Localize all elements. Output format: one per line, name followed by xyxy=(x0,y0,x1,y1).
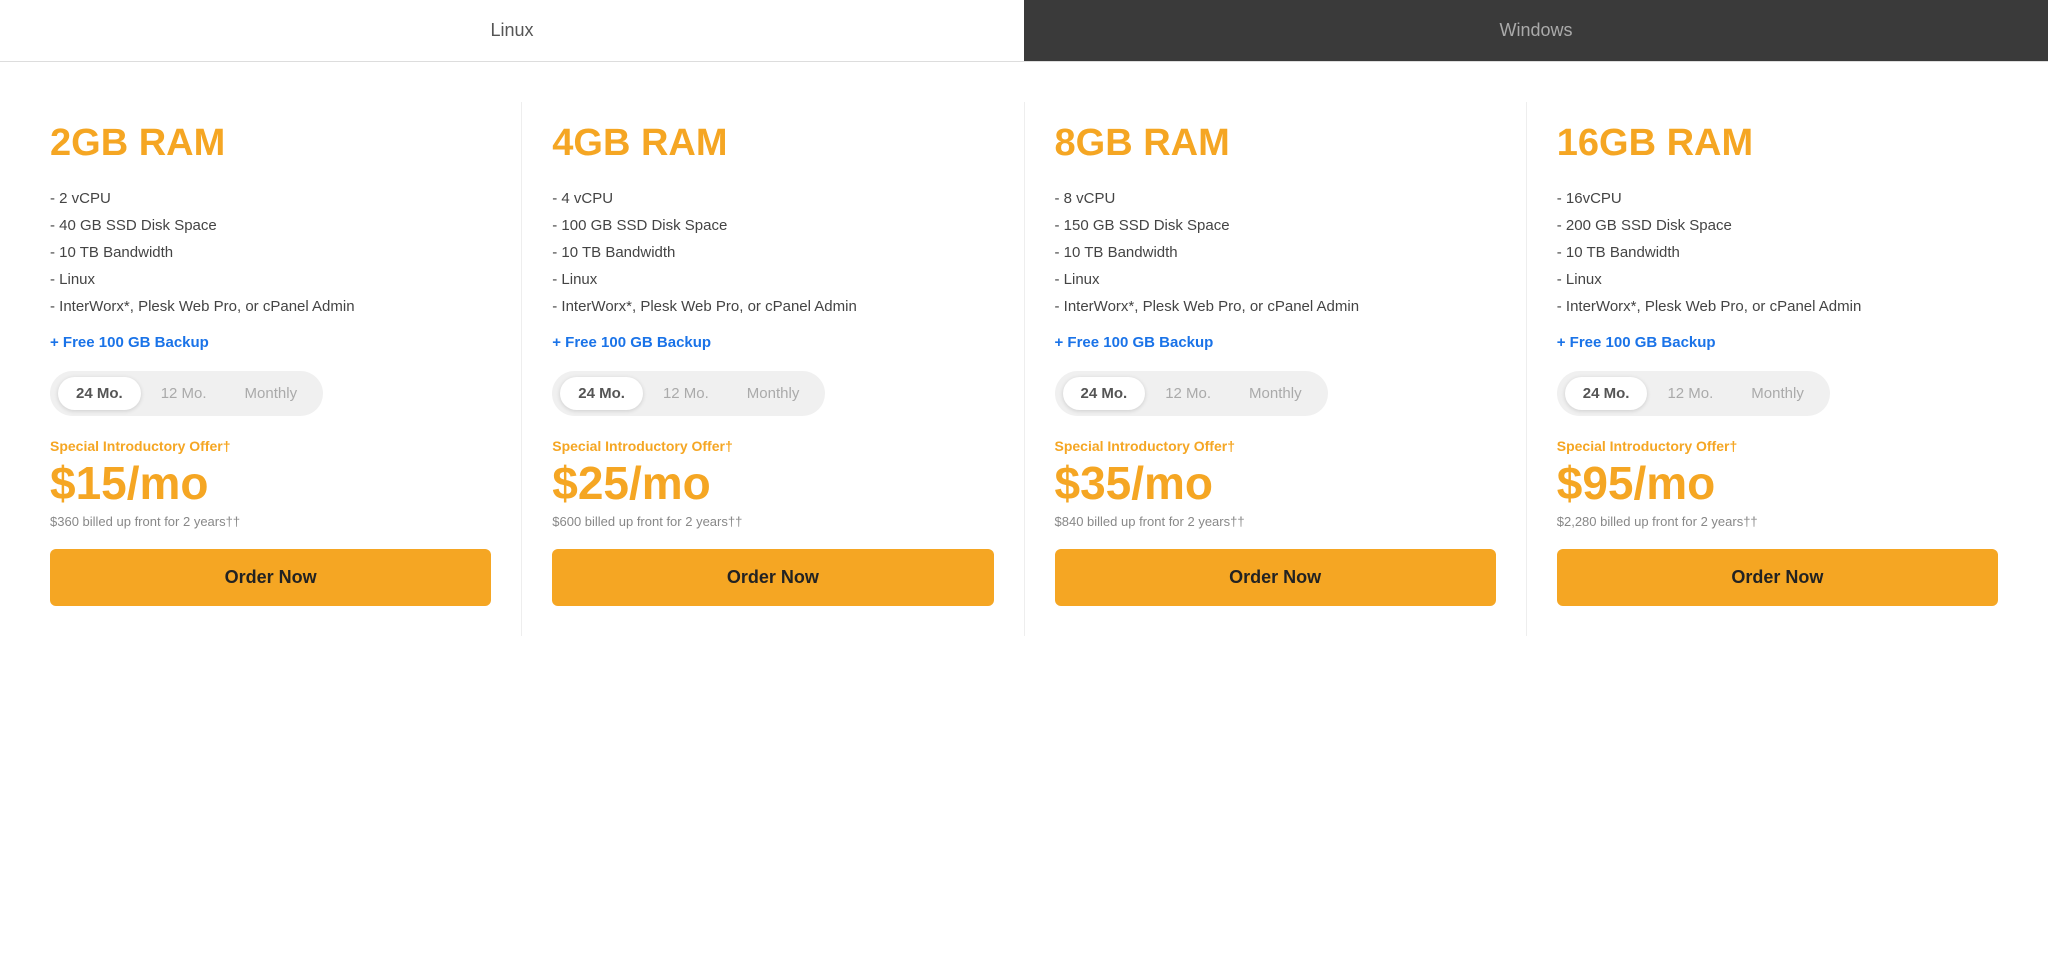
plan-16gb-backup: + Free 100 GB Backup xyxy=(1557,334,1998,351)
plan-2gb-billing-toggle: 24 Mo.12 Mo.Monthly xyxy=(50,371,323,416)
plan-16gb-toggle-option-2[interactable]: Monthly xyxy=(1733,377,1822,410)
plan-4gb-toggle-option-1[interactable]: 12 Mo. xyxy=(645,377,727,410)
plan-8gb-price: $35/mo xyxy=(1055,456,1496,510)
plan-2gb-title: 2GB RAM xyxy=(50,122,491,165)
plan-2gb-features: - 2 vCPU- 40 GB SSD Disk Space- 10 TB Ba… xyxy=(50,185,491,320)
plan-4gb-features: - 4 vCPU- 100 GB SSD Disk Space- 10 TB B… xyxy=(552,185,993,320)
plan-16gb-intro-label: Special Introductory Offer† xyxy=(1557,438,1998,454)
plan-2gb-backup: + Free 100 GB Backup xyxy=(50,334,491,351)
plan-8gb-toggle-option-2[interactable]: Monthly xyxy=(1231,377,1320,410)
plan-4gb: 4GB RAM - 4 vCPU- 100 GB SSD Disk Space- … xyxy=(522,102,1024,636)
plans-container: 2GB RAM - 2 vCPU- 40 GB SSD Disk Space- 1… xyxy=(0,62,2048,666)
plan-8gb-order-button[interactable]: Order Now xyxy=(1055,549,1496,606)
tab-windows[interactable]: Windows xyxy=(1024,0,2048,61)
plan-8gb-billed-note: $840 billed up front for 2 years†† xyxy=(1055,514,1496,529)
plan-16gb-features: - 16vCPU- 200 GB SSD Disk Space- 10 TB B… xyxy=(1557,185,1998,320)
plan-8gb-toggle-option-1[interactable]: 12 Mo. xyxy=(1147,377,1229,410)
plan-8gb-billing-toggle: 24 Mo.12 Mo.Monthly xyxy=(1055,371,1328,416)
plan-4gb-price: $25/mo xyxy=(552,456,993,510)
plan-8gb-features: - 8 vCPU- 150 GB SSD Disk Space- 10 TB B… xyxy=(1055,185,1496,320)
plan-8gb: 8GB RAM - 8 vCPU- 150 GB SSD Disk Space- … xyxy=(1025,102,1527,636)
plan-4gb-billed-note: $600 billed up front for 2 years†† xyxy=(552,514,993,529)
plan-16gb-billed-note: $2,280 billed up front for 2 years†† xyxy=(1557,514,1998,529)
plan-8gb-backup: + Free 100 GB Backup xyxy=(1055,334,1496,351)
plan-16gb-toggle-option-1[interactable]: 12 Mo. xyxy=(1649,377,1731,410)
plan-4gb-title: 4GB RAM xyxy=(552,122,993,165)
plan-16gb-order-button[interactable]: Order Now xyxy=(1557,549,1998,606)
plan-2gb-order-button[interactable]: Order Now xyxy=(50,549,491,606)
plan-8gb-toggle-option-0[interactable]: 24 Mo. xyxy=(1063,377,1146,410)
plan-2gb-billed-note: $360 billed up front for 2 years†† xyxy=(50,514,491,529)
plan-4gb-toggle-option-0[interactable]: 24 Mo. xyxy=(560,377,643,410)
plan-16gb-title: 16GB RAM xyxy=(1557,122,1998,165)
plan-2gb-toggle-option-2[interactable]: Monthly xyxy=(227,377,316,410)
plan-2gb-toggle-option-0[interactable]: 24 Mo. xyxy=(58,377,141,410)
plan-2gb-price: $15/mo xyxy=(50,456,491,510)
os-tabs: Linux Windows xyxy=(0,0,2048,62)
plan-16gb-billing-toggle: 24 Mo.12 Mo.Monthly xyxy=(1557,371,1830,416)
plan-8gb-title: 8GB RAM xyxy=(1055,122,1496,165)
plan-16gb-price: $95/mo xyxy=(1557,456,1998,510)
plan-2gb-toggle-option-1[interactable]: 12 Mo. xyxy=(143,377,225,410)
plan-2gb-intro-label: Special Introductory Offer† xyxy=(50,438,491,454)
plan-4gb-billing-toggle: 24 Mo.12 Mo.Monthly xyxy=(552,371,825,416)
plan-4gb-order-button[interactable]: Order Now xyxy=(552,549,993,606)
plan-16gb-toggle-option-0[interactable]: 24 Mo. xyxy=(1565,377,1648,410)
plan-4gb-toggle-option-2[interactable]: Monthly xyxy=(729,377,818,410)
plan-4gb-intro-label: Special Introductory Offer† xyxy=(552,438,993,454)
plan-16gb: 16GB RAM - 16vCPU- 200 GB SSD Disk Space-… xyxy=(1527,102,2028,636)
plan-8gb-intro-label: Special Introductory Offer† xyxy=(1055,438,1496,454)
tab-windows-label: Windows xyxy=(1499,20,1572,40)
tab-linux-label: Linux xyxy=(490,20,533,40)
plan-2gb: 2GB RAM - 2 vCPU- 40 GB SSD Disk Space- 1… xyxy=(20,102,522,636)
tab-linux[interactable]: Linux xyxy=(0,0,1024,61)
plan-4gb-backup: + Free 100 GB Backup xyxy=(552,334,993,351)
